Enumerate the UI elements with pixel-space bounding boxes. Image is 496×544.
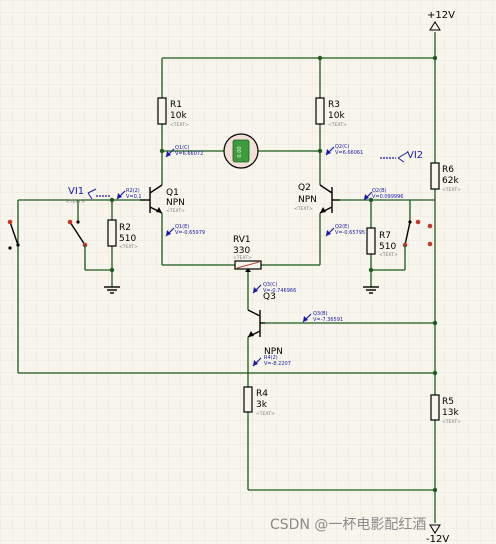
svg-text:R6: R6 — [442, 165, 454, 175]
rail-bottom-label: -12V — [426, 534, 449, 544]
svg-text:<TEXT>: <TEXT> — [379, 252, 398, 258]
circuit-diagram: +12V -12V R1 10k <TEXT> R3 10k <TEXT> R2… — [0, 0, 496, 544]
svg-text:V=-8.2207: V=-8.2207 — [264, 361, 291, 367]
svg-text:NPN: NPN — [298, 195, 317, 205]
svg-text:V=6.66072: V=6.66072 — [175, 151, 203, 157]
terminal-vi1-label: VI1 — [68, 186, 84, 197]
svg-text:<TEXT>: <TEXT> — [442, 419, 461, 425]
svg-text:RV1: RV1 — [233, 235, 251, 245]
svg-text:Q1: Q1 — [166, 188, 179, 198]
meter-display: 0.00 — [237, 146, 243, 157]
svg-text:<TEXT>: <TEXT> — [170, 122, 189, 128]
svg-text:13k: 13k — [442, 408, 459, 418]
svg-text:V=-0.65795: V=-0.65795 — [335, 230, 365, 236]
svg-text:<TEXT>: <TEXT> — [256, 411, 275, 417]
svg-text:<TEXT>: <TEXT> — [119, 244, 138, 250]
svg-text:R4: R4 — [256, 389, 268, 399]
svg-text:R1: R1 — [170, 100, 182, 110]
svg-text:R5: R5 — [442, 397, 454, 407]
svg-text:V=0.099996: V=0.099996 — [372, 194, 403, 200]
svg-text:<TEXT>: <TEXT> — [442, 187, 461, 193]
svg-text:10k: 10k — [328, 111, 345, 121]
svg-text:10k: 10k — [170, 111, 187, 121]
svg-text:330: 330 — [233, 246, 250, 256]
svg-text:62k: 62k — [442, 176, 459, 186]
svg-text:<TEXT>: <TEXT> — [233, 255, 252, 261]
svg-text:V=-0.65979: V=-0.65979 — [175, 230, 205, 236]
svg-text:R2: R2 — [119, 223, 131, 233]
svg-text:<TEXT>: <TEXT> — [328, 122, 347, 128]
svg-text:510: 510 — [119, 234, 136, 244]
svg-text:NPN: NPN — [166, 198, 185, 208]
svg-text:V=-7.36591: V=-7.36591 — [313, 317, 343, 323]
svg-text:R7: R7 — [379, 231, 391, 241]
svg-text:V=-0.746966: V=-0.746966 — [263, 288, 296, 294]
svg-text:Q2: Q2 — [298, 183, 311, 193]
svg-text:V=0.1: V=0.1 — [126, 194, 142, 200]
schematic-canvas: +12V -12V R1 10k <TEXT> R3 10k <TEXT> R2… — [0, 0, 496, 544]
svg-text:<TEXT>: <TEXT> — [294, 206, 313, 212]
watermark: CSDN @一杯电影配红酒 — [270, 517, 426, 533]
svg-text:R3: R3 — [328, 100, 340, 110]
svg-text:3k: 3k — [256, 400, 268, 410]
terminal-vi1-text: <TEXT> — [66, 199, 85, 205]
rail-top-label: +12V — [427, 10, 455, 21]
terminal-vi2-label: VI2 — [407, 150, 423, 161]
svg-text:<TEXT>: <TEXT> — [166, 208, 185, 214]
svg-text:510: 510 — [379, 242, 396, 252]
voltmeter[interactable]: 0.00 — [223, 133, 259, 169]
svg-text:V=6.66061: V=6.66061 — [335, 150, 363, 156]
